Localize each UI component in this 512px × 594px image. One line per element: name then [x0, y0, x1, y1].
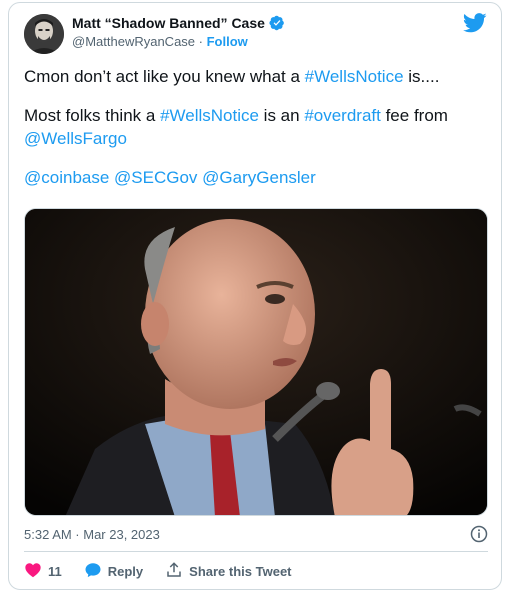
tweet-paragraph-1: Cmon don’t act like you knew what a #Wel…: [24, 65, 489, 88]
follow-button[interactable]: Follow: [207, 34, 248, 49]
share-button[interactable]: Share this Tweet: [165, 561, 292, 582]
share-label: Share this Tweet: [189, 563, 292, 579]
divider: [24, 551, 488, 552]
reply-bubble-icon: [84, 561, 102, 582]
tweet-paragraph-2: Most folks think a #WellsNotice is an #o…: [24, 104, 489, 150]
text-segment: Most folks think a: [24, 106, 161, 125]
hashtag-link[interactable]: #overdraft: [304, 106, 381, 125]
avatar[interactable]: [24, 14, 64, 54]
text-segment: Cmon don’t act like you knew what a: [24, 67, 305, 86]
mention-link[interactable]: @WellsFargo: [24, 129, 127, 148]
mention-link[interactable]: @coinbase: [24, 168, 109, 187]
handle[interactable]: @MatthewRyanCase: [72, 34, 195, 49]
handle-row: @MatthewRyanCase · Follow: [72, 34, 285, 49]
text-segment: fee from: [380, 106, 448, 125]
separator: ·: [195, 34, 207, 49]
twitter-bird-icon[interactable]: [462, 13, 487, 33]
share-icon: [165, 561, 183, 582]
timestamp-row: 5:32 AM · Mar 23, 2023: [24, 525, 488, 545]
text-segment: is an: [258, 106, 305, 125]
mention-link[interactable]: @SECGov: [114, 168, 197, 187]
display-name[interactable]: Matt “Shadow Banned” Case: [72, 15, 265, 31]
hashtag-link[interactable]: #WellsNotice: [160, 106, 259, 125]
tweet-card: Matt “Shadow Banned” Case @MatthewRyanCa…: [8, 2, 502, 590]
tweet-photo[interactable]: [24, 208, 488, 516]
action-bar: 11 Reply Share this Tweet: [24, 560, 314, 582]
text-segment: is....: [403, 67, 440, 86]
reply-button[interactable]: Reply: [84, 561, 143, 582]
tweet-header: Matt “Shadow Banned” Case @MatthewRyanCa…: [24, 11, 489, 59]
heart-icon: [24, 561, 42, 582]
info-icon[interactable]: [470, 525, 488, 543]
like-button[interactable]: 11: [24, 561, 62, 582]
timestamp[interactable]: 5:32 AM · Mar 23, 2023: [24, 527, 160, 542]
verified-badge-icon: [269, 15, 285, 31]
tweet-paragraph-3: @coinbase @SECGov @GaryGensler: [24, 166, 489, 189]
hashtag-link[interactable]: #WellsNotice: [305, 67, 404, 86]
author-names: Matt “Shadow Banned” Case @MatthewRyanCa…: [72, 15, 285, 49]
like-count: 11: [48, 563, 62, 579]
reply-label: Reply: [107, 563, 144, 579]
tweet-text: Cmon don’t act like you knew what a #Wel…: [24, 65, 489, 189]
mention-link[interactable]: @GaryGensler: [202, 168, 316, 187]
